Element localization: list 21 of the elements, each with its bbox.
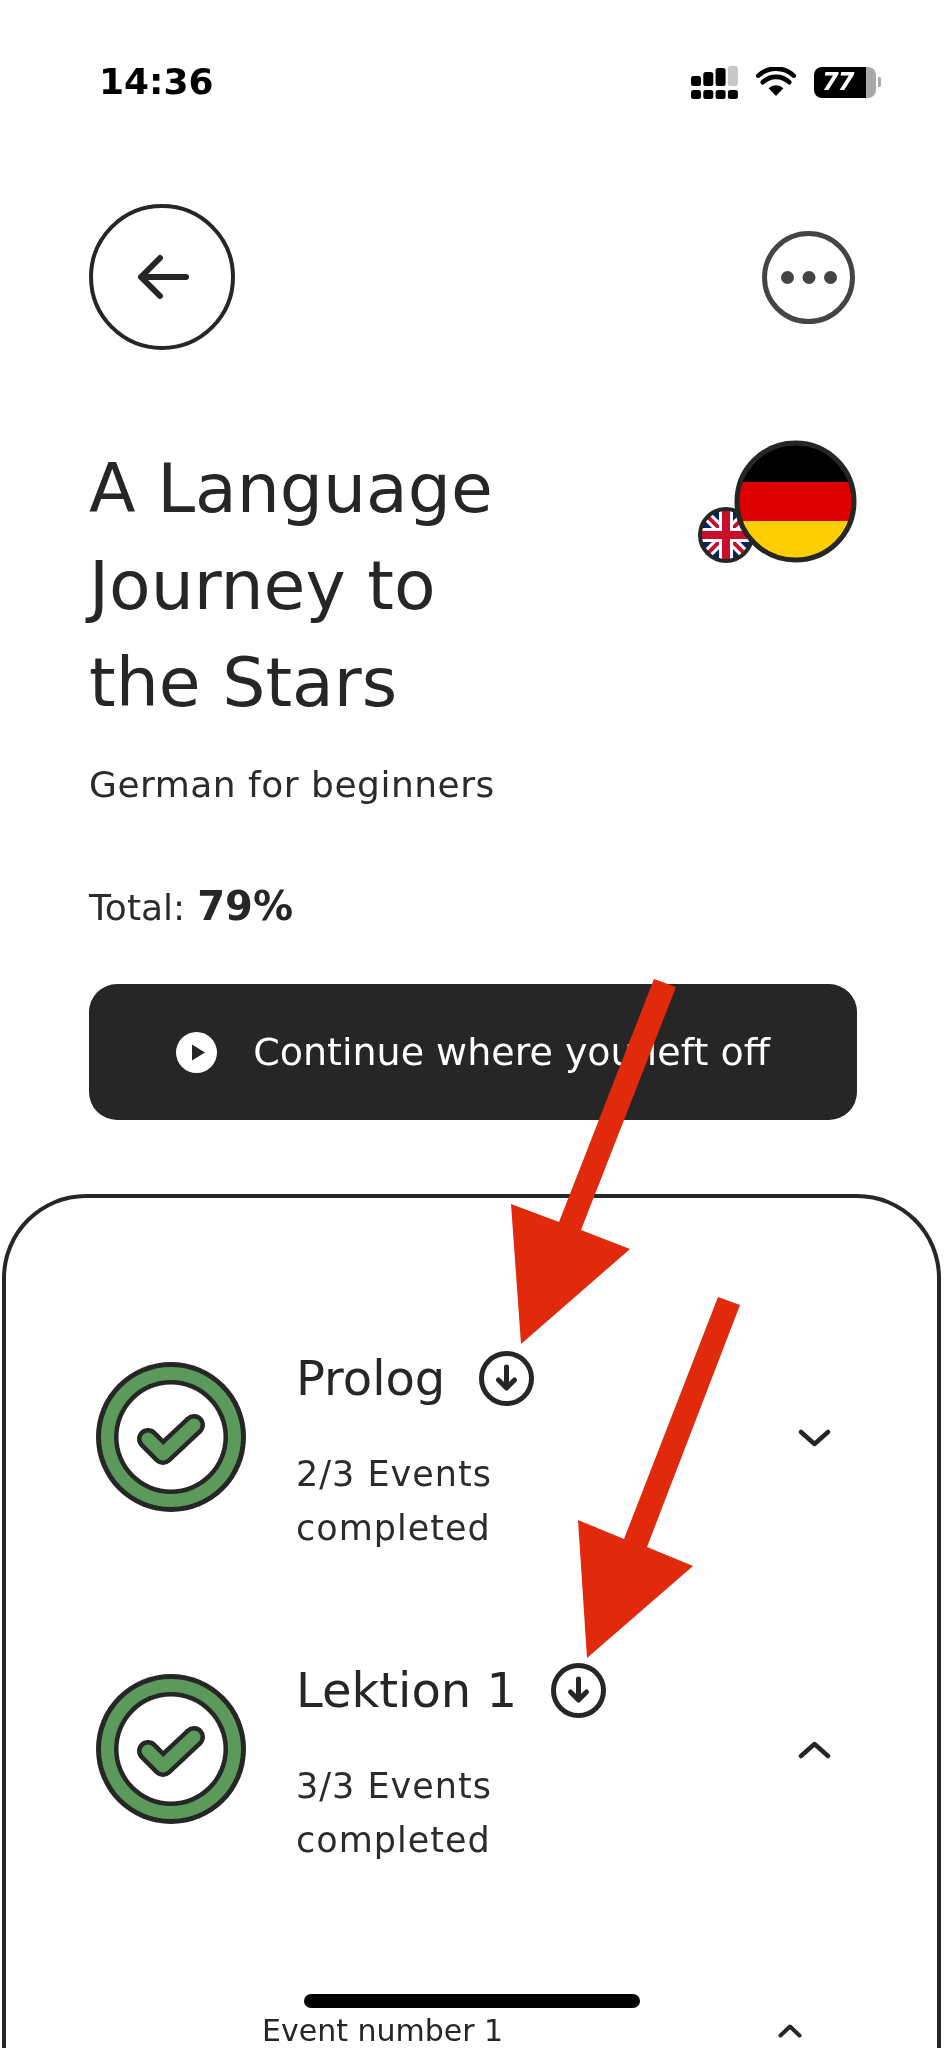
events-count-text: 2/3 Events completed: [296, 1453, 493, 1550]
battery-indicator: 77: [814, 66, 881, 98]
wifi-icon: [756, 67, 796, 97]
ellipsis-icon: [780, 270, 837, 284]
play-icon: [176, 1031, 218, 1073]
chevron-down-icon[interactable]: [798, 1429, 831, 1447]
chapter-title: Prolog: [296, 1349, 446, 1408]
event-title[interactable]: Event number 1: [262, 2014, 504, 2048]
events-count-text: 3/3 Events completed: [296, 1765, 493, 1862]
german-flag-icon: [734, 440, 857, 563]
total-label: Total:: [89, 886, 186, 930]
chapter-title: Lektion 1: [296, 1661, 517, 1720]
chevron-up-icon[interactable]: [778, 2024, 802, 2038]
course-subtitle: German for beginners: [89, 763, 496, 807]
chevron-up-icon[interactable]: [798, 1741, 831, 1759]
arrow-left-icon: [135, 254, 189, 300]
signal-icon: [691, 65, 738, 99]
download-icon[interactable]: [479, 1350, 535, 1406]
download-icon[interactable]: [550, 1662, 606, 1718]
total-percentage: 79%: [197, 882, 293, 931]
status-time: 14:36: [99, 60, 214, 104]
